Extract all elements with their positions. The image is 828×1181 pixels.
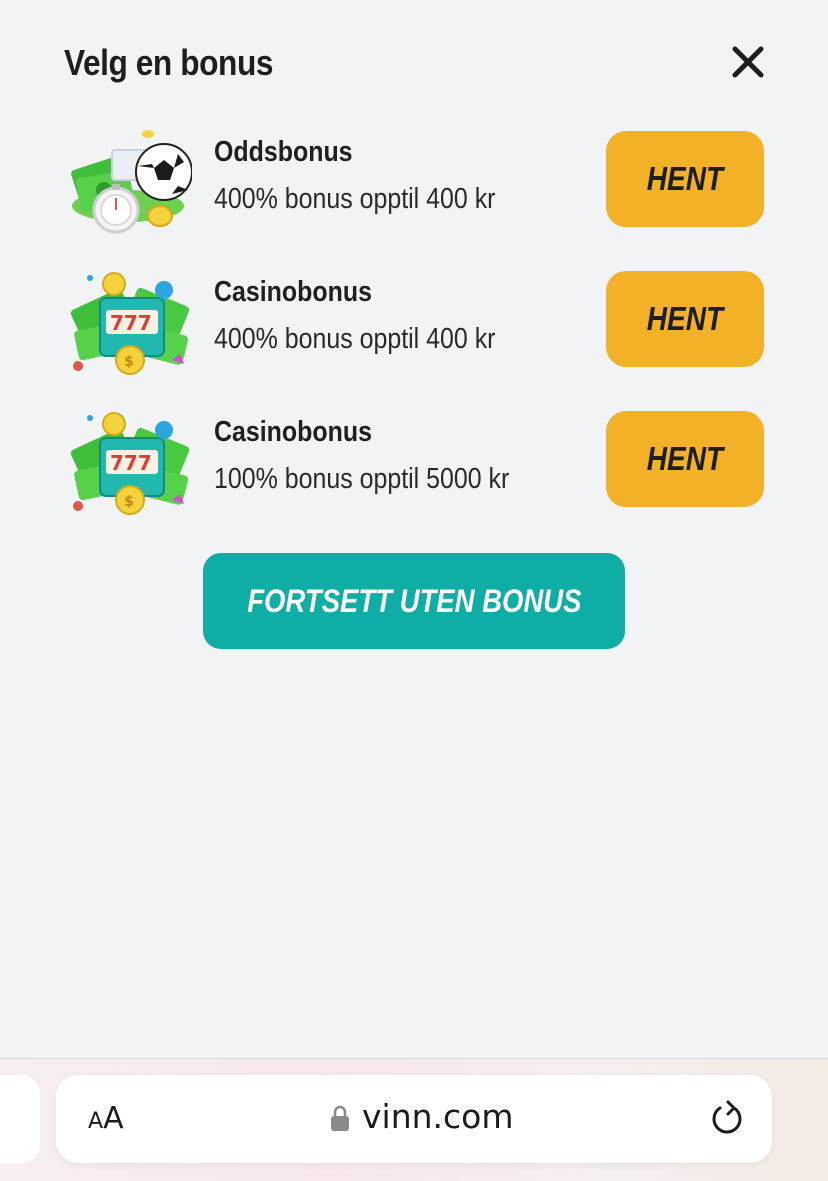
lock-icon	[330, 1104, 350, 1132]
offer-name: Oddsbonus	[214, 136, 353, 168]
svg-text:777: 777	[110, 451, 152, 475]
bonus-modal: Velg en bonus Oddsbonus 400% bonus oppti…	[0, 0, 828, 1058]
claim-bonus-button[interactable]: HENT	[606, 131, 764, 227]
bonus-offer-casino-2: 777 $ Casinobonus 100% bonus opptil 5000…	[64, 408, 764, 528]
address-bar[interactable]: AA vinn.com	[56, 1075, 772, 1163]
casino-bonus-icon: 777 $	[68, 268, 192, 378]
close-icon[interactable]	[726, 40, 770, 84]
offer-description: 100% bonus opptil 5000 kr	[214, 463, 510, 495]
bonus-offer-casino-1: 777 $ Casinobonus 400% bonus opptil 400 …	[64, 268, 764, 388]
text-size-button[interactable]: AA	[88, 1101, 124, 1136]
svg-text:777: 777	[110, 311, 152, 335]
url-text[interactable]: vinn.com	[362, 1097, 514, 1136]
continue-without-bonus-label: FORTSETT UTEN BONUS	[246, 582, 582, 619]
text-size-small-a: A	[88, 1109, 104, 1134]
sports-bonus-icon	[68, 128, 193, 238]
continue-without-bonus-button[interactable]: FORTSETT UTEN BONUS	[203, 553, 625, 649]
claim-bonus-label: HENT	[646, 300, 724, 337]
casino-bonus-icon: 777 $	[68, 408, 192, 518]
previous-tab[interactable]	[0, 1075, 40, 1163]
browser-toolbar: AA vinn.com	[0, 1058, 828, 1181]
claim-bonus-label: HENT	[646, 440, 724, 477]
bonus-offer-odds: Oddsbonus 400% bonus opptil 400 kr HENT	[64, 128, 764, 248]
offer-name: Casinobonus	[214, 276, 372, 308]
offer-description: 400% bonus opptil 400 kr	[214, 323, 496, 355]
svg-text:$: $	[124, 354, 134, 370]
offer-name: Casinobonus	[214, 416, 372, 448]
reload-icon[interactable]	[708, 1099, 746, 1139]
modal-title: Velg en bonus	[64, 42, 274, 83]
claim-bonus-button[interactable]: HENT	[606, 271, 764, 367]
claim-bonus-button[interactable]: HENT	[606, 411, 764, 507]
offer-description: 400% bonus opptil 400 kr	[214, 183, 496, 215]
claim-bonus-label: HENT	[646, 160, 724, 197]
text-size-large-a: A	[103, 1101, 124, 1136]
svg-text:$: $	[124, 494, 134, 510]
